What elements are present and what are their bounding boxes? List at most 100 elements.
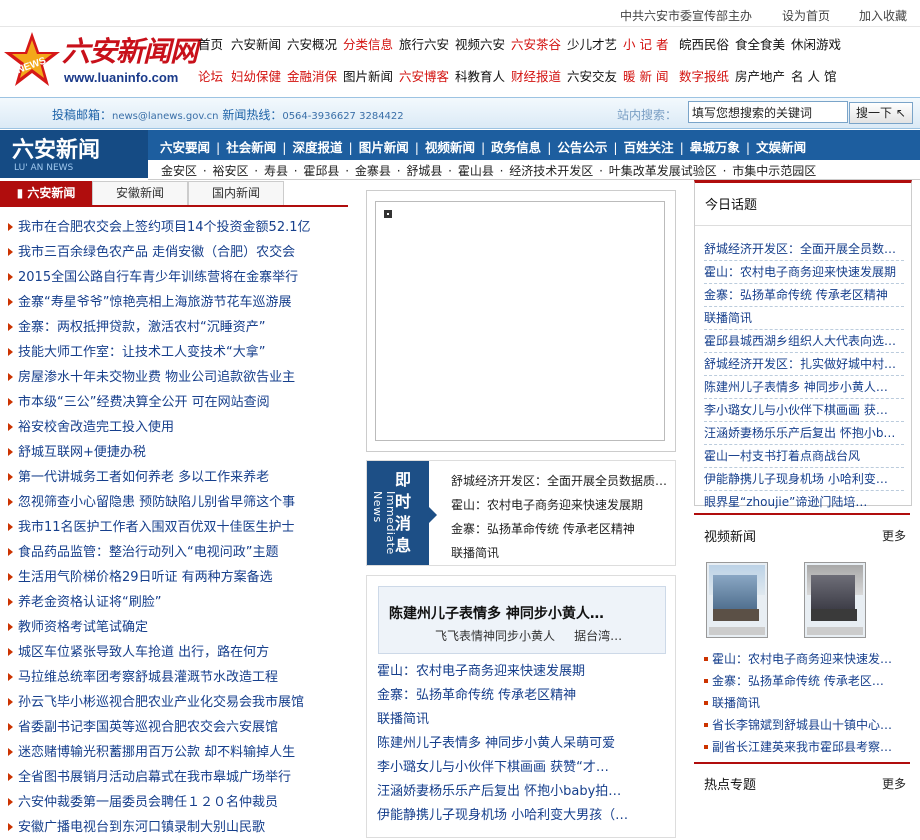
nav-link[interactable]: 分类信息 (343, 34, 395, 53)
nav-link[interactable]: 妇幼保健 (231, 66, 283, 85)
feature-item[interactable]: 汪涵娇妻杨乐乐产后复出 怀抱小baby拍… (377, 780, 672, 804)
news-item[interactable]: 养老金资格认证将“刷脸” (0, 590, 348, 615)
news-item[interactable]: 金寨“寿星爷爷”惊艳亮相上海旅游节花车巡游展 (0, 290, 348, 315)
today-item[interactable]: 舒城经济开发区：扎实做好城中村… (704, 353, 904, 376)
nav-link[interactable]: 旅行六安 (399, 34, 451, 53)
news-item[interactable]: 舒城互联网+便捷办税 (0, 440, 348, 465)
nav-link[interactable]: 首页 (198, 34, 226, 53)
district-link[interactable]: 霍邱县 (303, 164, 339, 178)
search-input[interactable] (688, 101, 848, 123)
today-item[interactable]: 陈建州儿子表情多 神同步小黄人… (704, 376, 904, 399)
news-item[interactable]: 城区车位紧张导致人车抢道 出行，路在何方 (0, 640, 348, 665)
search-button[interactable]: 搜一下 ↖ (849, 102, 913, 124)
nav-link[interactable]: 皖西民俗 (679, 34, 731, 53)
instant-item[interactable]: 联播简讯 (451, 541, 671, 565)
district-link[interactable]: 裕安区 (212, 164, 248, 178)
channel-link[interactable]: 公告公示 (557, 140, 607, 155)
nav-link[interactable]: 六安博客 (399, 66, 451, 85)
district-link[interactable]: 叶集改革发展试验区 (609, 164, 717, 178)
news-item[interactable]: 全省图书展销月活动启幕式在我市皋城广场举行 (0, 765, 348, 790)
nav-link[interactable]: 图片新闻 (343, 66, 395, 85)
video-thumbnail[interactable] (804, 562, 866, 638)
video-item[interactable]: 霍山：农村电子商务迎来快速发… (702, 648, 908, 670)
news-item[interactable]: 教师资格考试笔试确定 (0, 615, 348, 640)
channel-link[interactable]: 深度报道 (292, 140, 342, 155)
channel-link[interactable]: 六安要闻 (160, 140, 210, 155)
today-item[interactable]: 李小璐女儿与小伙伴下棋画画 获… (704, 399, 904, 422)
nav-link[interactable]: 六安概况 (287, 34, 339, 53)
video-item[interactable]: 联播简讯 (702, 692, 908, 714)
mail-address[interactable]: news@lanews.gov.cn (112, 111, 218, 122)
feature-item[interactable]: 伊能静携儿子现身机场 小哈利变大男孩（… (377, 804, 672, 828)
district-link[interactable]: 金寨县 (355, 164, 391, 178)
video-item[interactable]: 省长李锦斌到舒城县山十镇中心… (702, 714, 908, 736)
channel-link[interactable]: 政务信息 (491, 140, 541, 155)
nav-link[interactable]: 数字报纸 (679, 66, 731, 85)
add-favorite-link[interactable]: 加入收藏 (859, 7, 907, 24)
news-item[interactable]: 金寨：两权抵押贷款，激活农村“沉睡资产” (0, 315, 348, 340)
today-item[interactable]: 伊能静携儿子现身机场 小哈利变… (704, 468, 904, 491)
nav-link[interactable]: 论坛 (198, 66, 226, 85)
instant-item[interactable]: 霍山：农村电子商务迎来快速发展期 (451, 493, 671, 517)
news-item[interactable]: 我市三百余绿色农产品 走俏安徽（合肥）农交会 (0, 240, 348, 265)
channel-link[interactable]: 视频新闻 (425, 140, 475, 155)
district-link[interactable]: 经济技术开发区 (509, 164, 593, 178)
channel-link[interactable]: 百姓关注 (624, 140, 674, 155)
nav-link[interactable]: 休闲游戏 (791, 34, 843, 53)
nav-link[interactable]: 六安茶谷 (511, 34, 563, 53)
video-thumbnail[interactable] (706, 562, 768, 638)
news-item[interactable]: 忽视筛查小心留隐患 预防缺陷儿别省早筛这个事 (0, 490, 348, 515)
today-item[interactable]: 舒城经济开发区：全面开展全员数… (704, 238, 904, 261)
channel-link[interactable]: 文娱新闻 (756, 140, 806, 155)
today-item[interactable]: 金寨：弘扬革命传统 传承老区精神 (704, 284, 904, 307)
news-item[interactable]: 我市11名医护工作者入围双百优双十佳医生护士 (0, 515, 348, 540)
nav-link[interactable]: 食全食美 (735, 34, 787, 53)
nav-link[interactable]: 小 记 者 (623, 34, 675, 53)
feature-headline[interactable]: 陈建州儿子表情多 神同步小黄人… (389, 603, 604, 623)
district-link[interactable]: 寿县 (264, 164, 288, 178)
channel-link[interactable]: 社会新闻 (226, 140, 276, 155)
news-item[interactable]: 市本级“三公”经费决算全公开 可在网站查阅 (0, 390, 348, 415)
feature-item[interactable]: 陈建州儿子表情多 神同步小黄人呆萌可爱 (377, 732, 672, 756)
feature-item[interactable]: 霍山：农村电子商务迎来快速发展期 (377, 660, 672, 684)
today-item[interactable]: 霍山一村支书打着点商战台风 (704, 445, 904, 468)
video-item[interactable]: 金寨：弘扬革命传统 传承老区… (702, 670, 908, 692)
news-item[interactable]: 技能大师工作室：让技术工人变技术“大拿” (0, 340, 348, 365)
feature-headline-box[interactable]: 陈建州儿子表情多 神同步小黄人… 飞飞表情神同步小黄人 据台湾… (378, 586, 666, 654)
today-item[interactable]: 眼界星“zhoujie”谛逊门陆培… (704, 491, 904, 514)
news-item[interactable]: 安徽广播电视台到东河口镇录制大别山民歌 (0, 815, 348, 840)
feature-item[interactable]: 联播简讯 (377, 708, 672, 732)
channel-link[interactable]: 图片新闻 (359, 140, 409, 155)
channel-link[interactable]: 皋城万象 (690, 140, 740, 155)
tab-liuan-news[interactable]: ▮ 六安新闻 (0, 181, 92, 205)
news-item[interactable]: 食品药品监管：整治行动列入“电视问政”主题 (0, 540, 348, 565)
brand-block[interactable]: 六安新闻 LU' AN NEWS (0, 130, 148, 178)
tab-anhui-news[interactable]: 安徽新闻 (92, 181, 188, 205)
news-item[interactable]: 省委副书记李国英等巡视合肥农交会六安展馆 (0, 715, 348, 740)
nav-link[interactable]: 财经报道 (511, 66, 563, 85)
video-player[interactable] (366, 190, 676, 452)
news-item[interactable]: 马拉维总统率团考察舒城县灌溉节水改造工程 (0, 665, 348, 690)
district-link[interactable]: 霍山县 (458, 164, 494, 178)
news-item[interactable]: 2015全国公路自行车青少年训练营将在金寨举行 (0, 265, 348, 290)
news-item[interactable]: 房屋渗水十年未交物业费 物业公司追款欲告业主 (0, 365, 348, 390)
district-link[interactable]: 市集中示范园区 (732, 164, 816, 178)
nav-link[interactable]: 名 人 馆 (791, 66, 843, 85)
nav-link[interactable]: 视频六安 (455, 34, 507, 53)
video-item[interactable]: 副省长江建英来我市霍邱县考察… (702, 736, 908, 758)
nav-link[interactable]: 六安新闻 (231, 34, 283, 53)
hot-more-link[interactable]: 更多 (882, 775, 906, 792)
nav-link[interactable]: 金融消保 (287, 66, 339, 85)
news-item[interactable]: 裕安校舍改造完工投入使用 (0, 415, 348, 440)
nav-link[interactable]: 科教育人 (455, 66, 507, 85)
news-item[interactable]: 我市在合肥农交会上签约项目14个投资金额52.1亿 (0, 215, 348, 240)
news-item[interactable]: 生活用气阶梯价格29日听证 有两种方案备选 (0, 565, 348, 590)
news-item[interactable]: 六安仲裁委第一届委员会聘任１２０名仲裁员 (0, 790, 348, 815)
feature-item[interactable]: 金寨：弘扬革命传统 传承老区精神 (377, 684, 672, 708)
nav-link[interactable]: 少儿才艺 (567, 34, 619, 53)
instant-item[interactable]: 金寨：弘扬革命传统 传承老区精神 (451, 517, 671, 541)
video-more-link[interactable]: 更多 (882, 527, 906, 544)
today-item[interactable]: 联播简讯 (704, 307, 904, 330)
district-link[interactable]: 舒城县 (406, 164, 442, 178)
nav-link[interactable]: 房产地产 (735, 66, 787, 85)
